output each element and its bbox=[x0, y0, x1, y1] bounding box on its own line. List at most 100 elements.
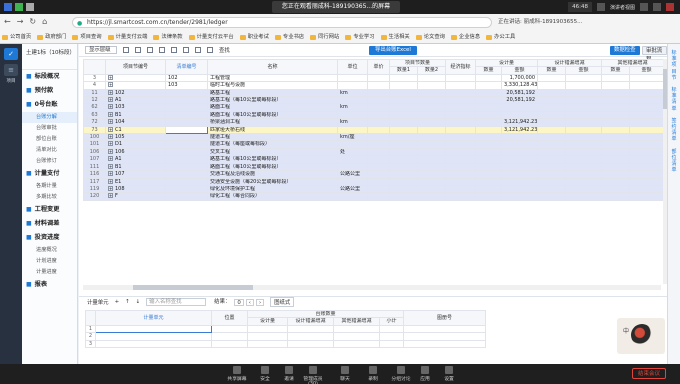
row-design-amount[interactable] bbox=[501, 147, 539, 157]
row-code[interactable]: +103 bbox=[105, 103, 166, 112]
sidebar-group[interactable]: ■ 投资进度 bbox=[22, 231, 77, 245]
row-unit[interactable] bbox=[337, 125, 368, 135]
row-cell[interactable] bbox=[445, 118, 477, 127]
row-qd[interactable] bbox=[165, 96, 208, 105]
upgrade-icon[interactable] bbox=[171, 47, 177, 53]
expand-icon[interactable]: + bbox=[108, 119, 113, 125]
row-cell[interactable] bbox=[601, 81, 631, 90]
table-row[interactable]: 117 + E1 交通安全设施（每20公里或每标段） bbox=[83, 177, 665, 186]
unit-search-input[interactable]: 输入名称查找 bbox=[146, 298, 207, 306]
row-cell[interactable] bbox=[601, 88, 631, 98]
sidebar-item[interactable]: 各期计量 bbox=[22, 181, 77, 192]
row-cell[interactable] bbox=[445, 192, 477, 201]
row-cell[interactable] bbox=[416, 118, 447, 127]
unit-cell[interactable] bbox=[247, 339, 288, 349]
row-cell[interactable] bbox=[389, 103, 418, 112]
row-price[interactable] bbox=[367, 73, 390, 83]
unit-cell[interactable] bbox=[403, 332, 487, 341]
row-cell[interactable] bbox=[565, 177, 603, 186]
sidebar-item[interactable]: 计量进度 bbox=[22, 267, 77, 278]
row-cell[interactable] bbox=[537, 192, 567, 201]
row-code[interactable]: + F bbox=[105, 192, 166, 201]
row-cell[interactable] bbox=[629, 88, 665, 98]
row-design-amount[interactable]: 20,581,192 bbox=[501, 88, 539, 98]
meeting-control-button[interactable]: 录制 bbox=[362, 366, 384, 382]
row-cell[interactable] bbox=[537, 184, 567, 194]
table-row[interactable]: 101 + D1 隧道工程（每座或每标段） bbox=[83, 140, 665, 149]
row-cell[interactable] bbox=[629, 96, 665, 105]
row-cell[interactable] bbox=[537, 118, 567, 127]
row-cell[interactable] bbox=[565, 133, 603, 142]
row-design-amount[interactable] bbox=[501, 103, 539, 112]
row-cell[interactable] bbox=[389, 125, 418, 135]
row-number[interactable]: 116 bbox=[83, 170, 106, 179]
sidebar-item[interactable]: 部位台账 bbox=[22, 134, 77, 145]
sidebar-group[interactable]: ■ 工程变更 bbox=[22, 203, 77, 217]
row-cell[interactable] bbox=[445, 88, 477, 98]
unit-row[interactable]: 2 bbox=[85, 332, 487, 341]
sidebar-group[interactable]: ■ 0号台账 bbox=[22, 98, 77, 112]
row-design-amount[interactable] bbox=[501, 140, 539, 149]
row-design-amount[interactable] bbox=[501, 184, 539, 194]
header-index[interactable]: 经济指标 bbox=[445, 59, 477, 75]
expand-icon[interactable]: + bbox=[108, 179, 113, 184]
row-cell[interactable] bbox=[389, 96, 418, 105]
row-design-qty[interactable] bbox=[475, 162, 503, 172]
row-number[interactable]: 111 bbox=[83, 162, 106, 172]
row-code[interactable]: + B1 bbox=[105, 110, 166, 120]
row-design-qty[interactable] bbox=[475, 103, 503, 112]
row-name[interactable]: 匹家垭大桥右线 bbox=[207, 125, 338, 135]
bookmark-item[interactable]: 职业考试 bbox=[239, 31, 269, 43]
expand-icon[interactable]: + bbox=[108, 142, 113, 147]
row-cell[interactable] bbox=[601, 147, 631, 157]
row-cell[interactable] bbox=[416, 147, 447, 157]
unit-cell[interactable] bbox=[403, 324, 487, 334]
row-cell[interactable] bbox=[389, 162, 418, 172]
row-cell[interactable] bbox=[445, 110, 477, 120]
sidebar-item[interactable]: 清单对比 bbox=[22, 145, 77, 156]
row-cell[interactable] bbox=[389, 192, 418, 201]
bookmark-item[interactable]: 企业信息 bbox=[450, 31, 480, 43]
row-unit[interactable] bbox=[337, 96, 368, 105]
row-number[interactable]: 4 bbox=[83, 81, 106, 90]
row-cell[interactable] bbox=[629, 110, 665, 120]
row-design-qty[interactable] bbox=[475, 140, 503, 149]
bookmark-item[interactable]: 论文查询 bbox=[415, 31, 445, 43]
row-cell[interactable] bbox=[416, 125, 447, 135]
row-design-qty[interactable] bbox=[475, 147, 503, 157]
row-number[interactable]: 12 bbox=[83, 96, 106, 105]
row-cell[interactable] bbox=[565, 88, 603, 98]
bookmark-item[interactable]: 政府部门 bbox=[37, 31, 66, 43]
right-rail-tab[interactable]: 标准项目节 bbox=[671, 50, 677, 81]
row-design-amount[interactable] bbox=[501, 170, 539, 179]
row-cell[interactable] bbox=[389, 88, 418, 98]
expand-icon[interactable]: + bbox=[108, 193, 113, 199]
row-code[interactable]: + A1 bbox=[105, 155, 166, 164]
row-unit[interactable]: km bbox=[337, 118, 368, 127]
row-number[interactable]: 117 bbox=[83, 177, 106, 186]
row-cell[interactable] bbox=[445, 184, 477, 194]
row-price[interactable] bbox=[367, 162, 390, 172]
row-price[interactable] bbox=[367, 96, 390, 105]
row-cell[interactable] bbox=[445, 177, 477, 186]
row-design-amount[interactable] bbox=[501, 192, 539, 201]
minimize-icon[interactable] bbox=[640, 3, 648, 11]
row-cell[interactable] bbox=[416, 103, 447, 112]
meeting-control-button[interactable]: 应用 bbox=[414, 366, 436, 382]
row-qd[interactable] bbox=[165, 147, 208, 157]
row-cell[interactable] bbox=[537, 110, 567, 120]
row-cell[interactable] bbox=[445, 147, 477, 157]
row-price[interactable] bbox=[367, 184, 390, 194]
row-name[interactable]: 交叉工程 bbox=[207, 147, 338, 157]
row-cell[interactable] bbox=[537, 81, 567, 90]
row-name[interactable]: 绿化工程（每合同段） bbox=[207, 192, 338, 201]
unit-cell[interactable] bbox=[95, 332, 212, 341]
row-cell[interactable] bbox=[565, 170, 603, 179]
row-cell[interactable] bbox=[601, 118, 631, 127]
row-cell[interactable] bbox=[537, 133, 567, 142]
row-cell[interactable] bbox=[565, 184, 603, 194]
unit-cell[interactable] bbox=[211, 324, 248, 334]
row-cell[interactable] bbox=[445, 125, 477, 135]
row-cell[interactable] bbox=[601, 192, 631, 201]
row-cell[interactable] bbox=[389, 170, 418, 179]
